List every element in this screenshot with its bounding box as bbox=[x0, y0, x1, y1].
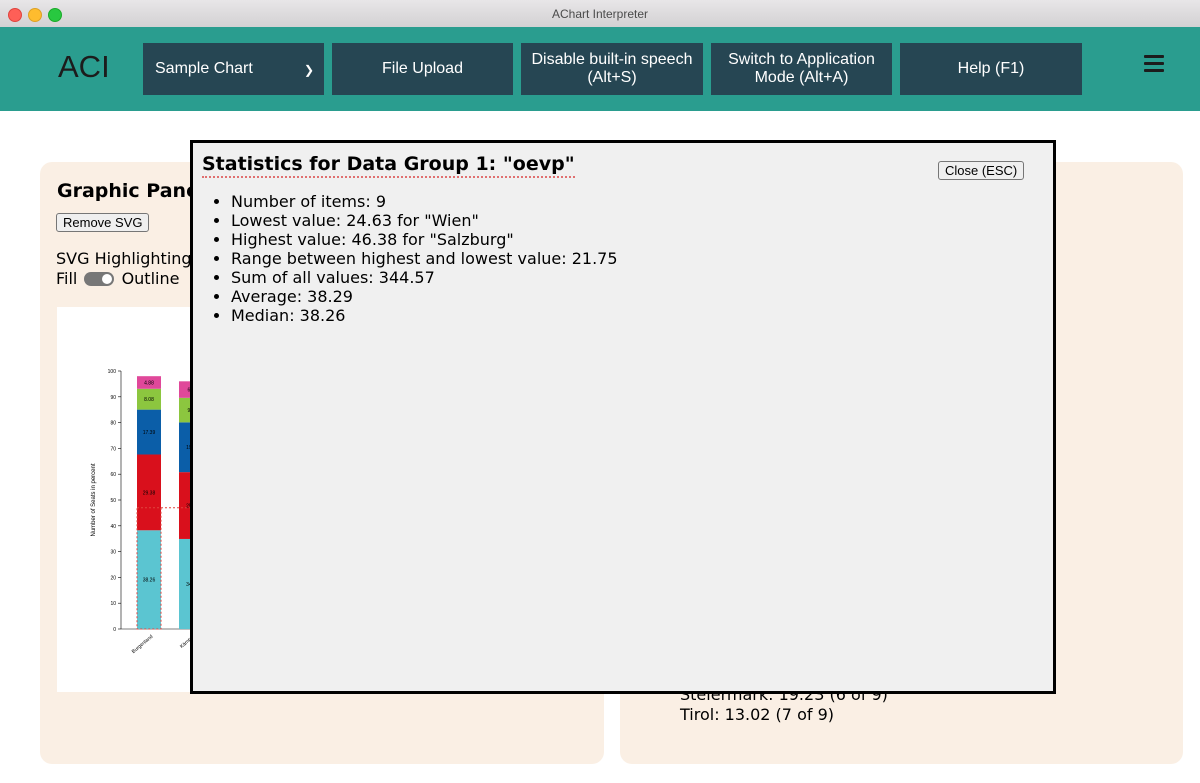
bar-value-label: 8.08 bbox=[144, 397, 154, 403]
statistics-dialog: Statistics for Data Group 1: "oevp" Clos… bbox=[190, 140, 1056, 694]
y-tick-label: 70 bbox=[110, 446, 116, 452]
graphic-panel-title: Graphic Panel bbox=[57, 180, 206, 202]
chevron-down-icon: ❯ bbox=[303, 63, 314, 77]
help-button[interactable]: Help (F1) bbox=[900, 43, 1082, 95]
y-tick-label: 10 bbox=[110, 601, 116, 607]
statistics-list: Number of items: 9 Lowest value: 24.63 f… bbox=[203, 192, 618, 325]
stat-item: Highest value: 46.38 for "Salzburg" bbox=[231, 230, 618, 249]
y-tick-label: 80 bbox=[110, 421, 116, 427]
stat-item: Range between highest and lowest value: … bbox=[231, 249, 618, 268]
mode-button-line1: Switch to Application bbox=[728, 51, 875, 68]
chart-select-value: Sample Chart bbox=[155, 60, 253, 77]
bar-value-label: 29.38 bbox=[143, 490, 156, 496]
category-label: Burgenland bbox=[131, 634, 155, 655]
stat-item: Average: 38.29 bbox=[231, 287, 618, 306]
y-tick-label: 100 bbox=[108, 369, 117, 375]
close-button[interactable]: Close (ESC) bbox=[938, 161, 1025, 180]
app-header: ACI Sample Chart ❯ File Upload Disable b… bbox=[0, 27, 1200, 111]
file-upload-button[interactable]: File Upload bbox=[332, 43, 513, 95]
svg-highlighting-label: SVG Highlighting bbox=[56, 249, 192, 268]
bar-value-label: 4.88 bbox=[144, 380, 154, 386]
y-tick-label: 60 bbox=[110, 472, 116, 478]
mode-button-line2: Mode (Alt+A) bbox=[754, 69, 849, 86]
stat-item: Sum of all values: 344.57 bbox=[231, 268, 618, 287]
speech-button-line2: (Alt+S) bbox=[587, 69, 637, 86]
dialog-title: Statistics for Data Group 1: "oevp" bbox=[202, 153, 575, 178]
outline-label: Outline bbox=[121, 269, 180, 288]
remove-svg-button[interactable]: Remove SVG bbox=[56, 213, 150, 232]
y-tick-label: 20 bbox=[110, 575, 116, 581]
svg-highlighting-control: SVG Highlighting Fill Outline bbox=[56, 249, 192, 289]
stat-item: Median: 38.26 bbox=[231, 306, 618, 325]
y-tick-label: 50 bbox=[110, 498, 116, 504]
toggle-speech-button[interactable]: Disable built-in speech (Alt+S) bbox=[521, 43, 703, 95]
y-tick-label: 0 bbox=[113, 627, 116, 633]
y-tick-label: 90 bbox=[110, 395, 116, 401]
hamburger-menu-icon[interactable] bbox=[1144, 55, 1164, 76]
app-logo: ACI bbox=[58, 49, 110, 84]
y-tick-label: 30 bbox=[110, 550, 116, 556]
window-title: AChart Interpreter bbox=[551, 7, 649, 21]
application-mode-button[interactable]: Switch to Application Mode (Alt+A) bbox=[711, 43, 892, 95]
y-tick-label: 40 bbox=[110, 524, 116, 530]
highlight-mode-toggle[interactable] bbox=[84, 272, 115, 286]
stat-item: Number of items: 9 bbox=[231, 192, 618, 211]
chart-canvas: 0 10 20 30 40 50 60 70 80 90 100 Number of Seats in… bbox=[57, 307, 197, 692]
y-axis-label: Number of Seats in percent bbox=[91, 463, 97, 536]
fill-label: Fill bbox=[56, 269, 78, 288]
chart-select[interactable]: Sample Chart ❯ bbox=[143, 43, 324, 95]
window-titlebar: AChart Interpreter bbox=[0, 0, 1200, 28]
bar-value-label: 38.26 bbox=[143, 578, 156, 584]
text-line: Tirol: 13.02 (7 of 9) bbox=[680, 705, 834, 724]
speech-button-line1: Disable built-in speech bbox=[531, 51, 693, 68]
bar-value-label: 17.39 bbox=[143, 430, 156, 436]
stacked-bar-chart: 0 10 20 30 40 50 60 70 80 90 100 Number of Seats in… bbox=[91, 369, 197, 655]
stat-item: Lowest value: 24.63 for "Wien" bbox=[231, 211, 618, 230]
